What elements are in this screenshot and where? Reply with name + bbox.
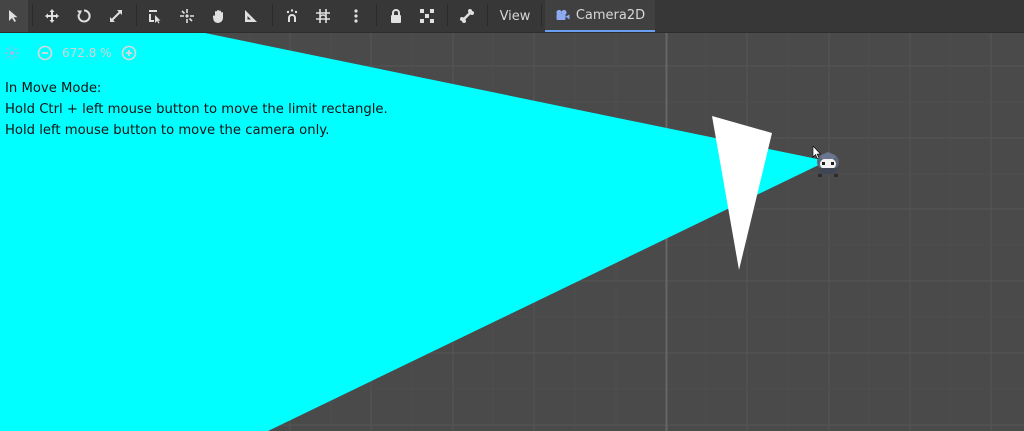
skeleton-button[interactable] xyxy=(455,0,479,32)
view-menu-label: View xyxy=(499,8,531,24)
lock-button[interactable] xyxy=(384,0,408,32)
snap-options-button[interactable] xyxy=(344,0,368,32)
grid-snap-icon xyxy=(316,9,330,23)
toolbar-separator xyxy=(487,4,488,26)
hint-title: In Move Mode: xyxy=(5,81,102,96)
select-mode-button[interactable] xyxy=(0,0,28,32)
camera-icon xyxy=(556,9,570,20)
move-icon xyxy=(45,9,59,23)
more-vertical-icon xyxy=(354,9,358,23)
smart-snap-icon xyxy=(286,9,298,22)
zoom-level-label[interactable]: 672.8 % xyxy=(62,46,112,60)
toolbar-separator xyxy=(32,4,33,26)
rotate-icon xyxy=(77,9,91,23)
hint-line-ctrl: Hold Ctrl + left mouse button to move th… xyxy=(5,102,388,117)
select-arrow-icon xyxy=(9,10,18,22)
toolbar-separator xyxy=(272,4,273,26)
bone-icon xyxy=(460,9,474,23)
view-menu[interactable]: View xyxy=(492,0,538,32)
camera2d-tab[interactable]: Camera2D xyxy=(545,0,655,32)
pivot-mode-button[interactable] xyxy=(175,0,199,32)
toolbar-separator xyxy=(136,4,137,26)
zoom-controls: 672.8 % xyxy=(4,44,137,62)
grid-snap-button[interactable] xyxy=(311,0,335,32)
ruler-mode-button[interactable] xyxy=(239,0,263,32)
group-button[interactable] xyxy=(415,0,439,32)
toolbar-separator xyxy=(376,4,377,26)
zoom-in-icon xyxy=(121,45,136,61)
editor-toolbar: View Camera2D xyxy=(0,0,1024,33)
toolbar-separator xyxy=(541,4,542,26)
center-view-button[interactable] xyxy=(4,45,20,61)
scale-icon xyxy=(110,10,122,22)
scale-mode-button[interactable] xyxy=(104,0,128,32)
pan-mode-button[interactable] xyxy=(207,0,231,32)
pivot-icon xyxy=(180,9,194,23)
camera2d-tab-label: Camera2D xyxy=(575,7,646,23)
rotate-mode-button[interactable] xyxy=(72,0,96,32)
center-view-icon xyxy=(5,46,19,60)
ruler-icon xyxy=(245,10,257,22)
list-select-button[interactable] xyxy=(143,0,167,32)
move-mode-hint: In Move Mode: Hold Ctrl + left mouse but… xyxy=(5,78,388,141)
smart-snap-button[interactable] xyxy=(280,0,304,32)
zoom-out-button[interactable] xyxy=(37,45,53,61)
zoom-out-icon xyxy=(37,45,53,61)
group-icon xyxy=(420,9,434,23)
pan-hand-icon xyxy=(212,10,223,23)
zoom-in-button[interactable] xyxy=(121,45,137,61)
hint-line-camera: Hold left mouse button to move the camer… xyxy=(5,123,330,138)
move-mode-button[interactable] xyxy=(40,0,64,32)
lock-icon xyxy=(391,9,401,23)
list-select-icon xyxy=(149,10,161,24)
character-sprite[interactable] xyxy=(812,145,844,184)
toolbar-separator xyxy=(447,4,448,26)
